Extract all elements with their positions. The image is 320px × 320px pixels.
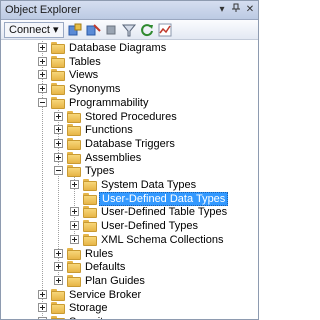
folder-icon [67,261,81,274]
tree-node[interactable]: Functions [1,123,258,137]
expand-icon[interactable] [54,111,63,121]
tree-node-label: Rules [85,247,114,260]
expand-icon[interactable] [70,180,79,189]
tree-node[interactable]: Programmability [1,96,258,110]
expand-icon[interactable] [70,234,79,244]
folder-icon [67,151,81,164]
expand-icon[interactable] [38,289,47,299]
expand-icon[interactable] [54,248,63,258]
tree-node-label: Functions [85,124,133,137]
object-tree: Database Diagrams Tables Views Synonyms Prog… [1,41,258,319]
tree-node[interactable]: Defaults [1,260,258,274]
tree-node-label: XML Schema Collections [101,233,224,246]
tree-node[interactable]: Storage [1,301,258,315]
tree-node-label: Database Diagrams [69,42,167,54]
expand-icon[interactable] [70,221,79,231]
expand-icon[interactable] [54,138,63,148]
tree-node[interactable]: Views [1,68,258,82]
tree-node-label: Views [69,69,99,82]
tree-node-label: User-Defined Types [101,220,199,233]
tree-node-label: Storage [69,302,108,315]
tree-node-label: Security [67,315,111,319]
expand-icon[interactable] [38,303,47,313]
tree-node[interactable]: XML Schema Collections [1,233,258,247]
tree-node[interactable]: Database Diagrams [1,41,258,55]
pin-icon[interactable] [229,3,243,17]
tree-node[interactable]: Plan Guides [1,274,258,288]
tree-node-label: Types [85,165,115,178]
folder-icon [83,206,97,219]
expand-icon[interactable] [54,275,63,285]
folder-icon [51,96,65,109]
tree-node[interactable]: Types [1,164,258,178]
dropdown-arrow-icon: ▾ [53,24,59,36]
filter-icon[interactable] [121,22,137,38]
folder-icon [67,165,81,178]
tree-node-label: Tables [69,55,101,68]
tree-node[interactable]: Security [1,315,258,319]
connect-button-label: Connect [9,24,50,36]
expand-icon[interactable] [54,125,63,135]
expand-icon[interactable] [70,207,79,217]
tree-node-label: User-Defined Data Types [99,191,229,206]
refresh-icon[interactable] [139,22,155,38]
object-explorer-window: Object Explorer ▾ ✕ Connect ▾ Database D… [0,0,259,320]
tree-node[interactable]: Tables [1,55,258,69]
expand-icon[interactable] [38,84,47,94]
disconnect-icon[interactable] [85,22,101,38]
tree-node[interactable]: Rules [1,247,258,261]
expand-icon[interactable] [38,56,47,66]
tree-node[interactable]: User-Defined Table Types [1,205,258,219]
tree-node[interactable]: Synonyms [1,82,258,96]
folder-icon [67,247,81,260]
tree-node-label: Plan Guides [85,274,145,287]
tree-node-label: User-Defined Table Types [101,206,228,219]
folder-icon [51,42,65,54]
expand-icon[interactable] [38,70,47,80]
folder-icon [51,83,65,96]
tree-node-label: Assemblies [85,151,142,164]
tree-node-label: Defaults [85,261,126,274]
tree-node[interactable]: Assemblies [1,151,258,165]
folder-icon [83,220,97,233]
folder-icon [67,274,81,287]
connect-button[interactable]: Connect ▾ [4,22,64,38]
folder-icon [67,110,81,123]
tree-node[interactable]: Stored Procedures [1,110,258,124]
folder-icon [51,55,65,68]
activity-monitor-icon[interactable] [157,22,173,38]
tree-node-label: System Data Types [101,179,197,191]
tree-node[interactable]: Database Triggers [1,137,258,151]
folder-icon [51,302,65,315]
tree-node[interactable]: System Data Types [1,178,258,192]
tree-node[interactable]: Service Broker [1,288,258,302]
expand-icon[interactable] [38,43,47,52]
folder-icon [83,179,97,191]
tree-node-label: Stored Procedures [85,110,177,123]
folder-icon [51,69,65,82]
tree-node[interactable]: User-Defined Data Types [1,191,258,206]
folder-icon [51,288,65,301]
expand-icon[interactable] [54,262,63,272]
folder-icon [83,233,97,246]
expand-icon[interactable] [54,152,63,162]
tree-node-label: Database Triggers [85,137,175,150]
collapse-icon[interactable] [38,97,47,107]
tree-node-label: Synonyms [69,83,121,96]
toolbar: Connect ▾ [1,20,258,40]
title-bar: Object Explorer ▾ ✕ [1,1,258,20]
folder-icon [67,137,81,150]
close-icon[interactable]: ✕ [243,3,257,17]
connect-object-icon[interactable] [67,22,83,38]
folder-icon [51,316,65,319]
tree-node-label: Service Broker [69,288,142,301]
window-position-icon[interactable]: ▾ [215,3,229,17]
folder-icon [83,192,97,205]
window-title: Object Explorer [5,4,81,16]
tree-node-label: Programmability [69,96,149,109]
tree-node[interactable]: User-Defined Types [1,219,258,233]
collapse-icon[interactable] [54,166,63,176]
folder-icon [67,124,81,137]
stop-icon[interactable] [103,22,119,38]
